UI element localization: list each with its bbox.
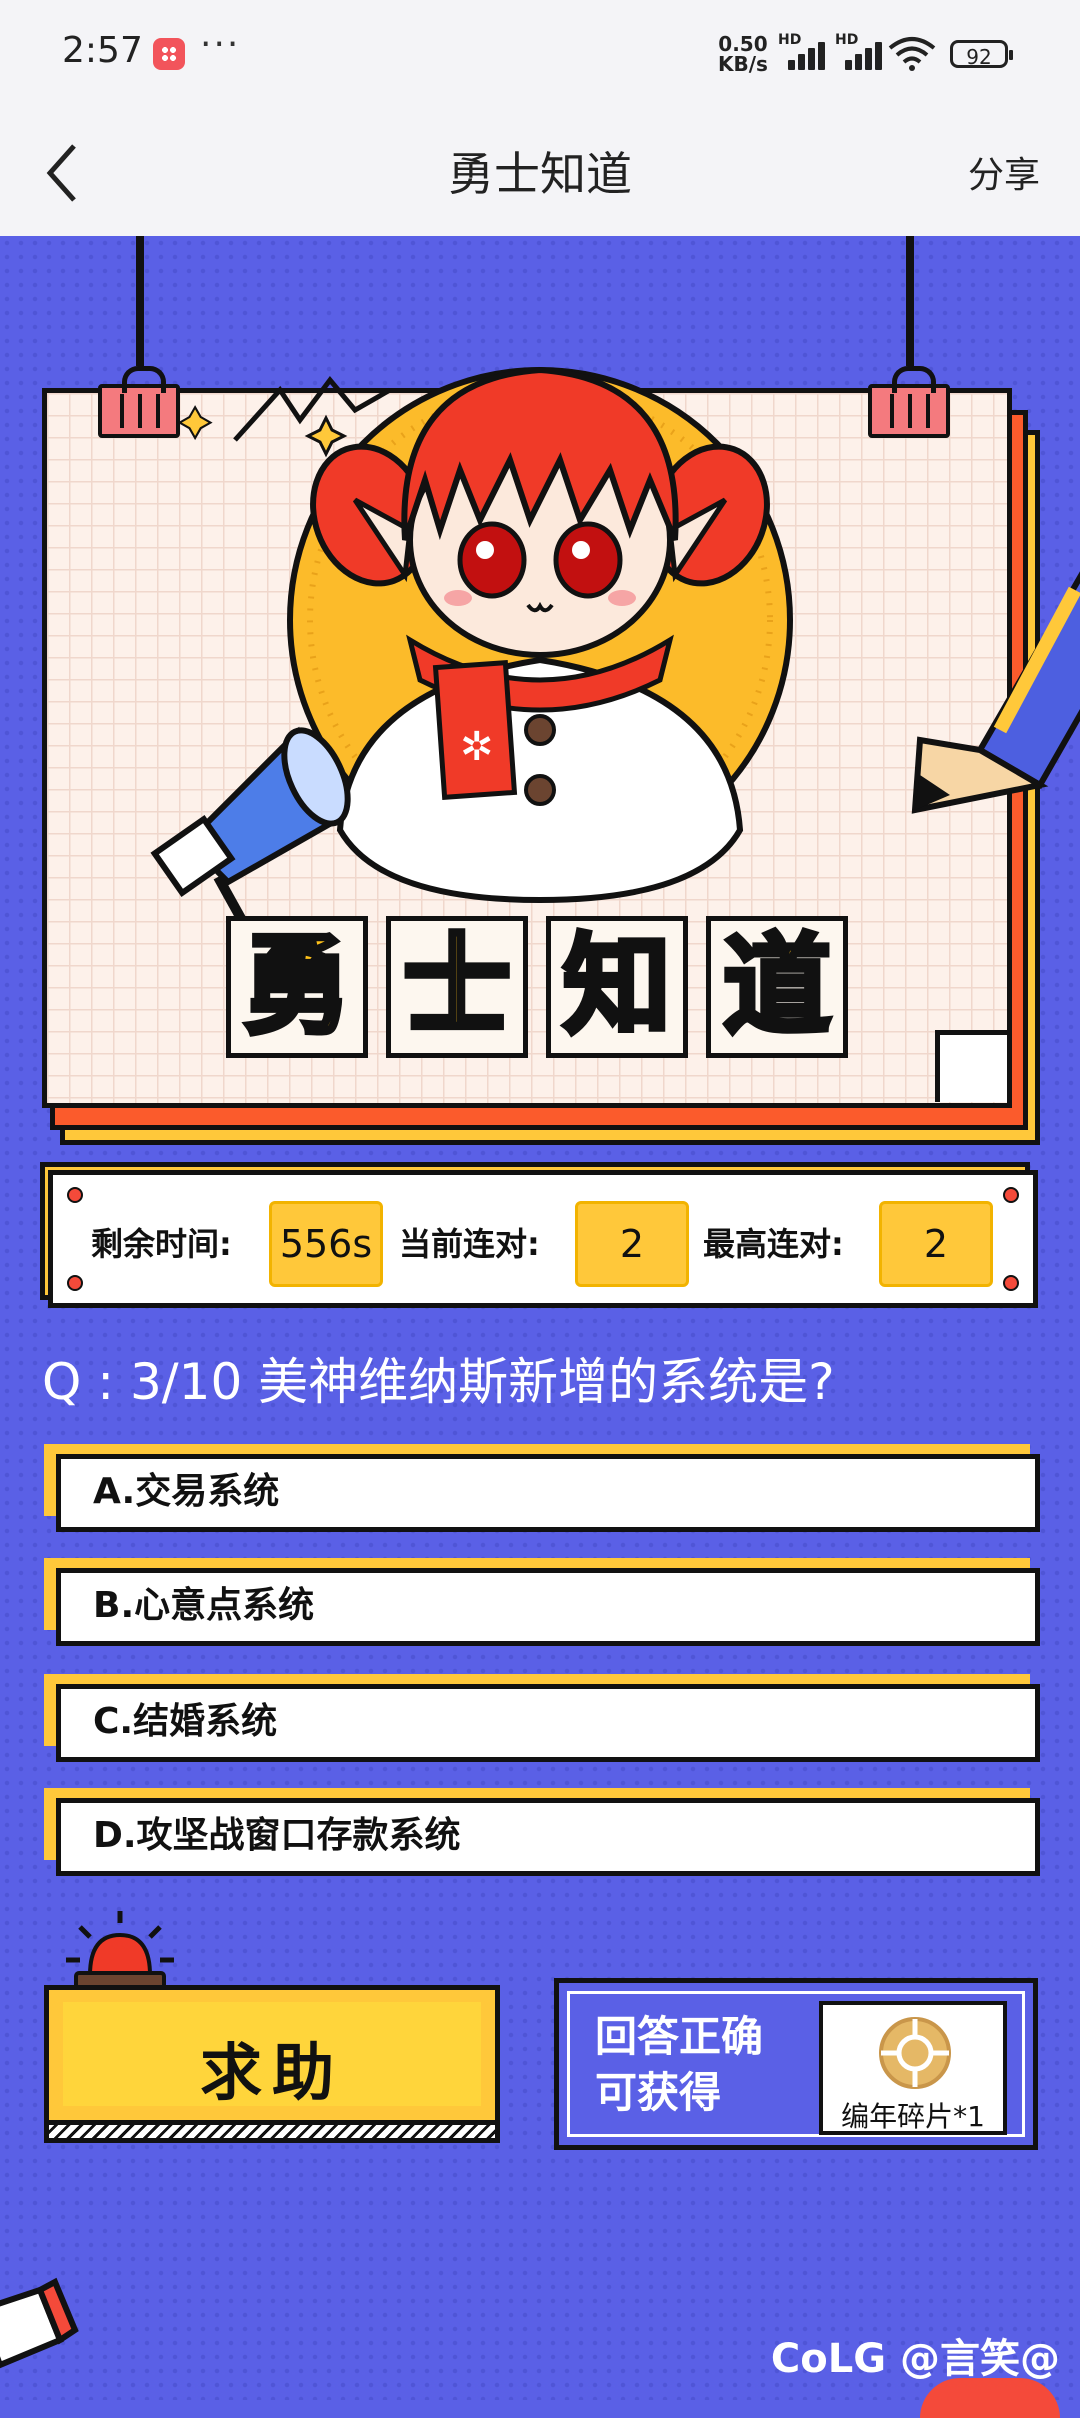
title-tile: 勇 [226,916,368,1058]
title-tile: 士 [386,916,528,1058]
binder-clip-icon [868,366,950,438]
reward-line-1: 回答正确 [595,2012,764,2061]
hanging-string [906,236,914,366]
hanging-string [136,236,144,366]
app-notification-icon [153,38,185,70]
stats-bar: 剩余时间: 556s 当前连对: 2 最高连对: 2 [48,1170,1038,1308]
more-notifications-icon: ··· [200,24,241,65]
option-b[interactable]: B.心意点系统 [56,1568,1040,1646]
svg-text:✲: ✲ [460,724,494,770]
time-remaining-value: 556s [269,1201,383,1287]
option-c[interactable]: C.结婚系统 [56,1684,1040,1762]
network-speed: 0.50 KB/s [718,34,768,74]
block-decoration-icon [0,2277,79,2369]
siren-icon [66,1911,174,1993]
question-text: Q : 3/10 美神维纳斯新增的系统是? [42,1353,835,1411]
top-nav-bar: 勇士知道 分享 [0,110,1080,236]
page-fold [935,1030,1007,1102]
battery-icon: 92 [950,40,1013,69]
status-time: 2:57 [62,30,143,71]
title-tile: 知 [546,916,688,1058]
reward-text: 回答正确 可获得 [595,2009,763,2121]
page-title: 勇士知道 [448,147,632,201]
reward-box: 回答正确 可获得 编年碎片*1 [554,1978,1038,2150]
megaphone-icon [150,726,351,922]
title-tile: 道 [706,916,848,1058]
coin-fragment-icon [879,2017,951,2089]
signal-hd-tag: HD [778,32,802,48]
signal-hd-tag-2: HD [835,32,859,48]
pencil-icon [911,571,1080,814]
reward-line-2: 可获得 [595,2068,722,2117]
reward-item-card: 编年碎片*1 [819,2001,1007,2135]
reward-item-name: 编年碎片*1 [841,2100,985,2133]
network-speed-value: 0.50 [718,32,768,56]
network-speed-unit: KB/s [718,52,768,76]
quiz-content: ✲ 勇 士 知 道 剩余时间: 556s 当前连对: 2 最高连对: 2 Q:… [0,236,1080,2418]
option-a[interactable]: A.交易系统 [56,1454,1040,1532]
share-button[interactable]: 分享 [968,146,1040,198]
current-streak-value: 2 [575,1201,689,1287]
current-streak-label: 当前连对: [399,1225,540,1263]
time-remaining-label: 剩余时间: [91,1225,232,1263]
corner-decoration [920,2378,1060,2418]
best-streak-label: 最高连对: [703,1225,844,1263]
wifi-icon [888,37,936,71]
banner-title: 勇 士 知 道 [226,916,848,1058]
watermark: CoLG @言笑@ [770,2336,1060,2382]
option-d[interactable]: D.攻坚战窗口存款系统 [56,1798,1040,1876]
help-button[interactable]: 求助 [44,1985,500,2125]
best-streak-value: 2 [879,1201,993,1287]
status-bar: 2:57 ··· 0.50 KB/s HD HD 92 [0,0,1080,110]
help-button-label: 求助 [199,2036,344,2109]
